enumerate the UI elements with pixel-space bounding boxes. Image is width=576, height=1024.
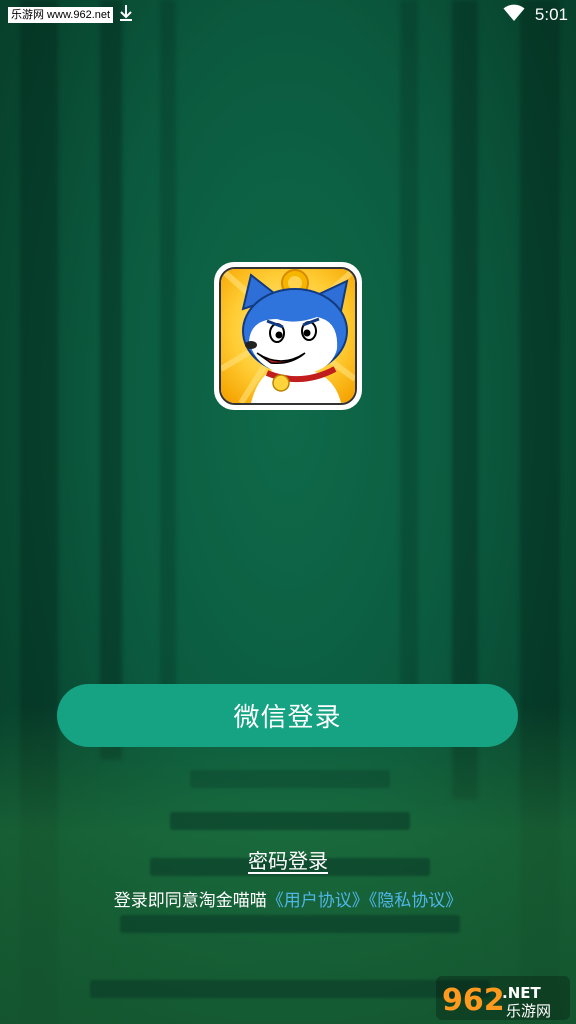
wechat-login-button[interactable]: 微信登录 — [57, 684, 518, 747]
app-icon — [214, 262, 362, 410]
watermark-tag: 乐游网 www.962.net — [8, 7, 114, 23]
watermark-site: 乐游网 — [506, 1002, 551, 1020]
status-right: 5:01 — [503, 4, 568, 26]
watermark-suffix: .NET — [502, 984, 541, 1002]
privacy-agreement-link[interactable]: 《隐私协议》 — [369, 891, 463, 911]
status-bar: 乐游网 www.962.net 5:01 — [0, 0, 576, 30]
status-left: 乐游网 www.962.net — [8, 4, 133, 26]
site-watermark-logo: 962 .NET 乐游网 — [436, 976, 570, 1020]
cat-mascot-icon — [219, 267, 357, 405]
password-login-link[interactable]: 密码登录 — [248, 849, 328, 873]
password-login-row: 密码登录 — [0, 845, 576, 874]
wifi-icon — [503, 4, 525, 26]
agreement-text: 登录即同意淘金喵喵《用户协议》《隐私协议》 — [0, 886, 576, 911]
agreement-prefix: 登录即同意淘金喵喵 — [113, 891, 267, 911]
wechat-login-label: 微信登录 — [233, 703, 342, 733]
status-time: 5:01 — [534, 5, 568, 24]
watermark-number: 962 — [442, 983, 505, 1018]
login-screen: 乐游网 www.962.net 5:01 微信登录 密码登录 登录即同意淘金喵喵… — [0, 0, 576, 1024]
user-agreement-link[interactable]: 《用户协议》 — [267, 891, 369, 911]
download-icon — [119, 4, 133, 26]
